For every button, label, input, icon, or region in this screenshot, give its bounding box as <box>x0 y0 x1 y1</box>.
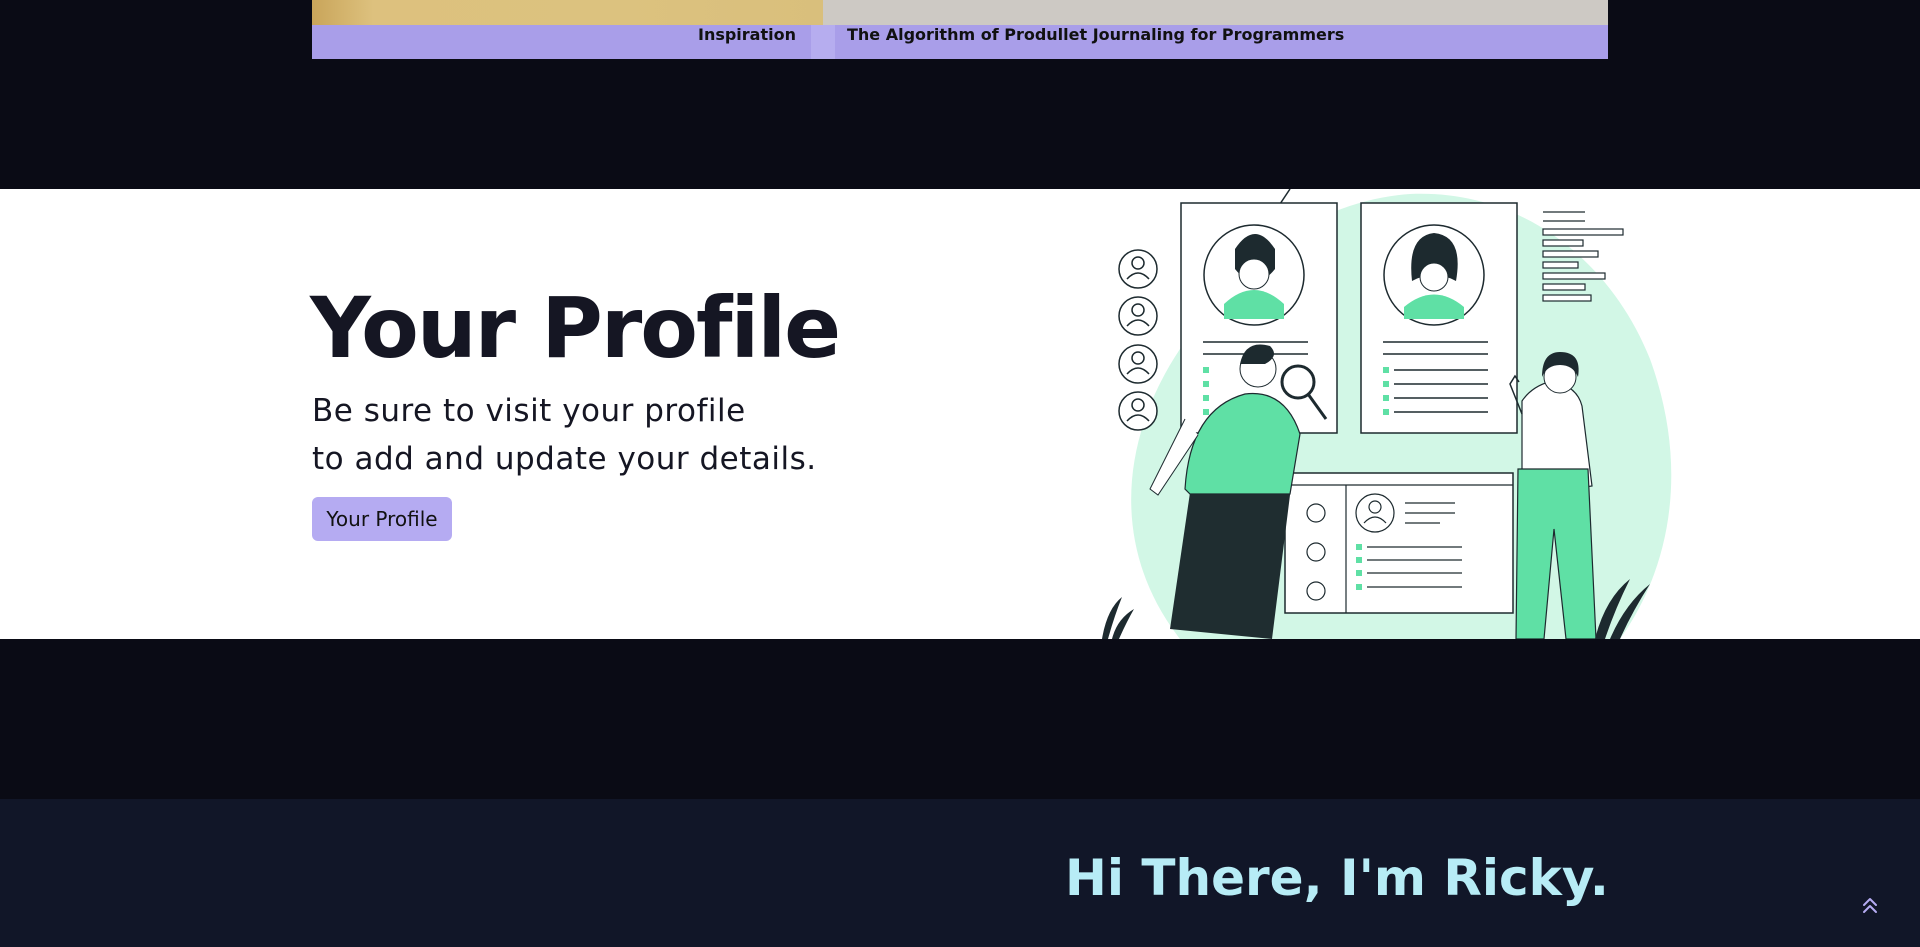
intro-section: Hi There, I'm Ricky. <box>0 799 1920 947</box>
profile-description-line-2: to add and update your details. <box>312 441 817 477</box>
your-profile-button[interactable]: Your Profile <box>312 497 452 541</box>
profile-card-list-icon <box>1284 472 1514 614</box>
post-category-link[interactable]: Inspiration <box>698 25 796 59</box>
featured-image-left[interactable] <box>312 0 823 25</box>
profile-description-line-1: Be sure to visit your profile <box>312 393 746 429</box>
profile-illustration <box>1102 189 1672 639</box>
post-bar-divider <box>811 25 835 59</box>
double-chevron-up-icon <box>1863 898 1877 913</box>
profile-description: Be sure to visit your profile to add and… <box>312 387 817 483</box>
text-lines-icon <box>1542 211 1624 302</box>
featured-post-strip[interactable]: Inspiration The Algorithm of Produllet J… <box>312 0 1608 59</box>
profile-card-woman-icon <box>1360 202 1518 434</box>
avatar-list-icon <box>1118 249 1158 431</box>
featured-image-right[interactable] <box>823 0 1608 25</box>
profile-heading: Your Profile <box>310 279 841 377</box>
profile-section: Your Profile Be sure to visit your profi… <box>0 189 1920 639</box>
intro-heading: Hi There, I'm Ricky. <box>1065 849 1609 907</box>
scroll-top-button[interactable] <box>1858 893 1882 917</box>
post-title-link[interactable]: The Algorithm of Produllet Journaling fo… <box>847 25 1344 59</box>
